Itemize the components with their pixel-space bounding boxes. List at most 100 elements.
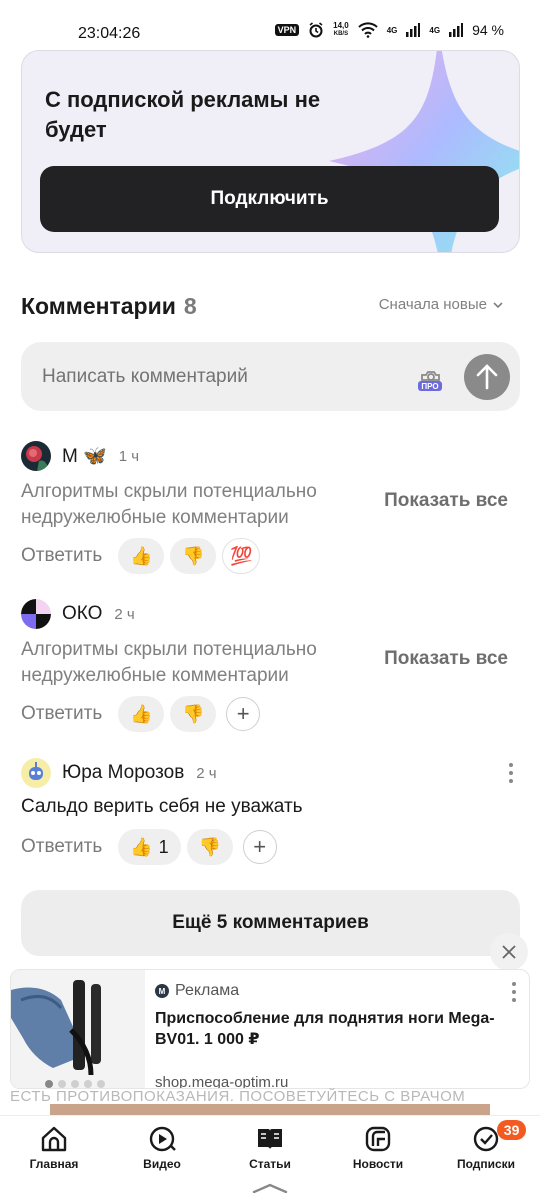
more-comments-button[interactable]: Ещё 5 комментариев	[21, 890, 520, 956]
comments-title: Комментарии	[21, 292, 176, 319]
ad-label: M Реклама	[155, 982, 239, 1000]
subscription-banner: С подпиской рекламы не будет Подключить	[21, 50, 520, 253]
hidden-comment-notice: Алгоритмы скрыли потенциально недружелюб…	[21, 639, 317, 686]
ad-label-text: Реклама	[175, 982, 240, 999]
add-reaction-button[interactable]: +	[242, 830, 277, 864]
signal-icon	[406, 23, 421, 37]
reply-button[interactable]: Ответить	[21, 545, 102, 567]
signal-icon-2	[449, 23, 464, 37]
bottom-navigation: Главная Видео Статьи Новости Подписки 39	[0, 1115, 540, 1175]
ad-card[interactable]: M Реклама Приспособление для поднятия но…	[10, 969, 530, 1089]
send-comment-button[interactable]	[464, 354, 510, 400]
comment-actions: Ответить 👍 👎 +	[21, 696, 261, 732]
banner-title: С подпиской рекламы не будет	[45, 87, 321, 142]
subscribe-button[interactable]: Подключить	[40, 166, 499, 232]
battery-level: 94 %	[472, 22, 504, 38]
comment-time: 2 ч	[114, 605, 135, 623]
more-options-icon[interactable]	[508, 763, 514, 783]
comment-actions: Ответить 👍 1 👎 +	[21, 829, 277, 865]
comment-author[interactable]: ОКО	[62, 603, 102, 625]
nav-subscriptions-label: Подписки	[456, 1157, 516, 1171]
sort-dropdown[interactable]: Сначала новые	[379, 296, 503, 313]
avatar[interactable]	[21, 599, 51, 629]
show-all-button[interactable]: Показать все	[384, 648, 508, 670]
comment-author[interactable]: М 🦋	[62, 444, 107, 468]
chevron-down-icon	[493, 301, 503, 308]
news-icon	[365, 1126, 391, 1152]
nav-news[interactable]: Новости	[324, 1116, 432, 1175]
pro-badge: ПРО	[421, 382, 438, 391]
articles-icon	[258, 1129, 282, 1149]
hidden-comment-notice: Алгоритмы скрыли потенциально недружелюб…	[21, 481, 317, 528]
comment-text: Сальдо верить себя не уважать	[21, 796, 303, 817]
comment-input[interactable]: Написать комментарий ПРО	[21, 342, 520, 411]
comments-header: Комментарии 8 Сначала новые	[21, 290, 511, 322]
carousel-dots	[45, 1080, 105, 1088]
show-all-button[interactable]: Показать все	[384, 490, 508, 512]
dislike-button[interactable]: 👎	[170, 696, 217, 732]
advertiser-logo-icon: M	[155, 984, 169, 998]
comment-header: Юра Морозов 2 ч	[21, 757, 520, 789]
network-speed-unit: KB/S	[333, 31, 349, 37]
sort-label: Сначала новые	[378, 296, 487, 313]
ad-image[interactable]	[11, 970, 145, 1088]
thumbs-down-icon: 👎	[182, 545, 205, 566]
thumbs-down-icon: 👎	[198, 836, 221, 857]
avatar[interactable]	[21, 441, 51, 471]
ad-options-icon[interactable]	[511, 982, 517, 1002]
video-icon	[149, 1126, 176, 1152]
hundred-points-icon: 💯	[230, 545, 253, 566]
avatar[interactable]	[21, 758, 51, 788]
comments-count: 8	[183, 292, 197, 319]
comment-time: 2 ч	[196, 764, 217, 782]
wifi-icon	[358, 22, 378, 38]
thumbs-up-icon: 👍	[130, 545, 153, 566]
ad-url[interactable]: shop.mega-optim.ru	[155, 1074, 288, 1088]
arrow-up-icon	[476, 364, 498, 390]
reply-button[interactable]: Ответить	[21, 836, 102, 858]
like-button[interactable]: 👍	[118, 538, 165, 574]
comment-input-placeholder: Написать комментарий	[42, 365, 248, 387]
comment-actions: Ответить 👍 👎 💯	[21, 538, 261, 574]
thumbs-up-icon: 👍	[130, 703, 153, 724]
status-time: 23:04:26	[78, 25, 141, 42]
ad-close-button[interactable]	[490, 933, 528, 971]
network-speed-value: 14,0	[333, 21, 349, 30]
vpn-icon: VPN	[274, 24, 300, 36]
nav-video[interactable]: Видео	[108, 1116, 216, 1175]
gesture-bar-chevron-icon[interactable]	[252, 1183, 288, 1193]
signal-4g-label-1: 4G	[386, 25, 398, 35]
alarm-icon	[309, 22, 323, 38]
thumbs-down-icon: 👎	[182, 703, 205, 724]
network-speed: 14,0 KB/S	[333, 22, 349, 38]
nav-articles-label: Статьи	[249, 1157, 291, 1171]
comment-item: ОКО 2 ч Алгоритмы скрыли потенциально не…	[21, 598, 520, 732]
comment-header: ОКО 2 ч	[21, 598, 520, 630]
ad-disclaimer: ЕСТЬ ПРОТИВОПОКАЗАНИЯ. ПОСОВЕТУЙТЕСЬ С В…	[10, 1088, 466, 1105]
status-icons: VPN 14,0 KB/S 4G 4G 94 %	[274, 22, 504, 38]
nav-home-label: Главная	[29, 1157, 79, 1171]
home-icon	[41, 1126, 67, 1152]
add-reaction-button[interactable]: +	[226, 697, 261, 731]
like-button[interactable]: 👍 1	[118, 829, 181, 865]
subscriptions-badge: 39	[496, 1120, 527, 1140]
comment-header: М 🦋 1 ч	[21, 440, 520, 472]
signal-4g-label-2: 4G	[429, 25, 441, 35]
pro-camera-icon[interactable]: ПРО	[415, 362, 445, 392]
nav-home[interactable]: Главная	[0, 1116, 108, 1175]
comment-time: 1 ч	[118, 447, 140, 465]
hundred-reaction-button[interactable]: 💯	[222, 538, 261, 574]
close-icon	[502, 945, 516, 959]
nav-news-label: Новости	[352, 1157, 404, 1171]
reply-button[interactable]: Ответить	[21, 703, 102, 725]
nav-video-label: Видео	[143, 1157, 181, 1171]
dislike-button[interactable]: 👎	[170, 538, 217, 574]
nav-articles[interactable]: Статьи	[216, 1116, 324, 1175]
comment-author[interactable]: Юра Морозов	[62, 762, 184, 784]
ad-title[interactable]: Приспособление для поднятия ноги Mega-BV…	[155, 1008, 495, 1050]
comment-item: Юра Морозов 2 ч Сальдо верить себя не ув…	[21, 757, 520, 865]
thumbs-up-icon: 👍	[130, 836, 153, 857]
nav-subscriptions[interactable]: Подписки 39	[432, 1116, 540, 1175]
dislike-button[interactable]: 👎	[186, 829, 233, 865]
like-button[interactable]: 👍	[118, 696, 165, 732]
